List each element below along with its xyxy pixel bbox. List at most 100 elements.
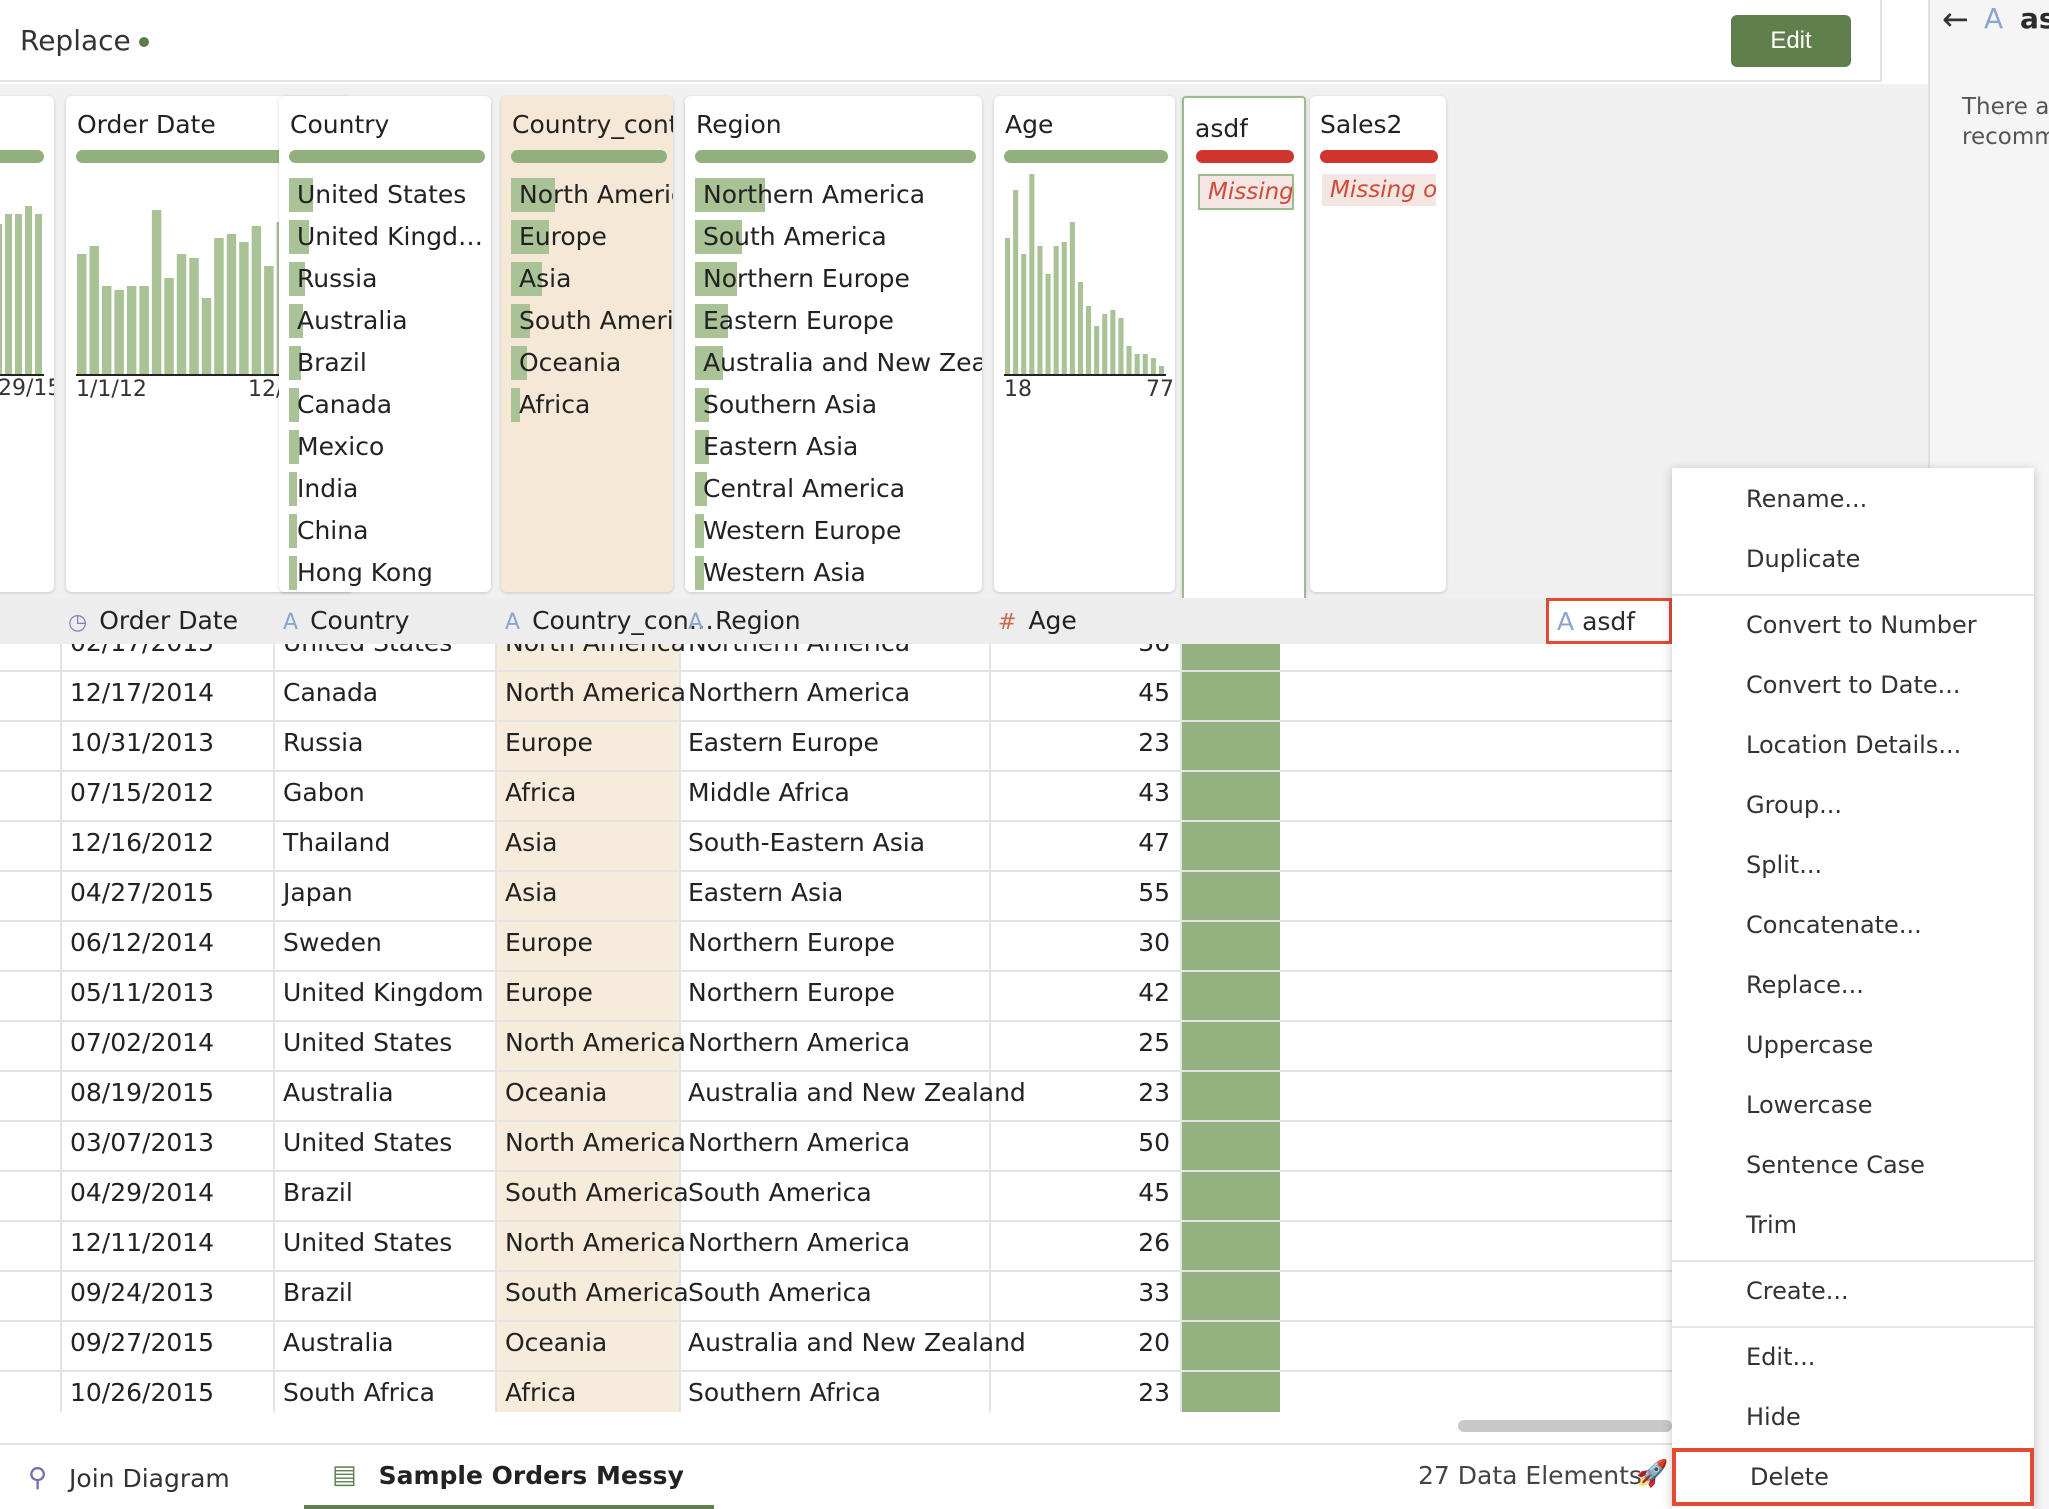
- cell-age[interactable]: 30: [1100, 928, 1170, 957]
- table-row[interactable]: 06/12/2014 Sweden Europe Northern Europe 30: [0, 922, 1672, 972]
- cell-age[interactable]: 26: [1100, 1228, 1170, 1257]
- menu-item-replace[interactable]: Replace...: [1672, 956, 2034, 1014]
- menu-item-convert-to-number[interactable]: Convert to Number: [1672, 596, 2034, 654]
- category-row[interactable]: China: [289, 510, 475, 552]
- cell-order-date[interactable]: 02/17/2015: [70, 644, 214, 657]
- cell-country-continent[interactable]: North America: [505, 644, 686, 657]
- category-row[interactable]: United Kingd…: [289, 216, 483, 258]
- cell-country[interactable]: United Kingdom: [283, 978, 484, 1007]
- cell-country-continent[interactable]: Europe: [505, 928, 593, 957]
- cell-order-date[interactable]: 04/27/2015: [70, 878, 214, 907]
- category-row[interactable]: Western Asia: [695, 552, 982, 592]
- cell-country-continent[interactable]: Africa: [505, 778, 576, 807]
- category-row[interactable]: Northern America: [695, 174, 982, 216]
- cell-region[interactable]: South America: [688, 1278, 872, 1307]
- cell-region[interactable]: Middle Africa: [688, 778, 850, 807]
- table-row[interactable]: 05/11/2013 United Kingdom Europe Northern E…: [0, 972, 1672, 1022]
- table-row[interactable]: 03/07/2013 United States North America Nort…: [0, 1122, 1672, 1172]
- table-row[interactable]: 07/02/2014 United States North America Nort…: [0, 1022, 1672, 1072]
- cell-order-date[interactable]: 04/29/2014: [70, 1178, 214, 1207]
- cell-age[interactable]: 50: [1100, 1128, 1170, 1157]
- cell-country[interactable]: Russia: [283, 728, 363, 757]
- table-row[interactable]: 12/11/2014 United States North America Nort…: [0, 1222, 1672, 1272]
- table-row[interactable]: 07/15/2012 Gabon Africa Middle Africa 43: [0, 772, 1672, 822]
- cell-age[interactable]: 43: [1100, 778, 1170, 807]
- cell-country[interactable]: United States: [283, 1228, 452, 1257]
- cell-order-date[interactable]: 07/02/2014: [70, 1028, 214, 1057]
- cell-country-continent[interactable]: North America: [505, 678, 686, 707]
- cell-order-date[interactable]: 08/19/2015: [70, 1078, 214, 1107]
- tab-sample-orders-messy[interactable]: ▤ Sample Orders Messy: [304, 1445, 714, 1509]
- category-row[interactable]: Africa: [511, 384, 673, 426]
- back-arrow-icon[interactable]: ←: [1942, 0, 1969, 38]
- cell-order-date[interactable]: 09/27/2015: [70, 1328, 214, 1357]
- cell-region[interactable]: Northern America: [688, 644, 910, 657]
- cell-order-date[interactable]: 12/17/2014: [70, 678, 214, 707]
- column-header-order-date[interactable]: ◷ Order Date: [68, 606, 238, 635]
- table-row[interactable]: 09/27/2015 Australia Oceania Australia and …: [0, 1322, 1672, 1372]
- cell-age[interactable]: 36: [1100, 644, 1170, 657]
- cell-region[interactable]: Australia and New Zealand: [688, 1078, 1026, 1107]
- cell-order-date[interactable]: 12/16/2012: [70, 828, 214, 857]
- cell-region[interactable]: Northern America: [688, 1228, 910, 1257]
- cell-age[interactable]: 23: [1100, 728, 1170, 757]
- table-row[interactable]: 12/16/2012 Thailand Asia South-Eastern Asia…: [0, 822, 1672, 872]
- cell-country-continent[interactable]: North America: [505, 1128, 686, 1157]
- menu-item-lowercase[interactable]: Lowercase: [1672, 1076, 2034, 1134]
- cell-age[interactable]: 45: [1100, 1178, 1170, 1207]
- menu-item-trim[interactable]: Trim: [1672, 1196, 2034, 1254]
- cell-order-date[interactable]: 06/12/2014: [70, 928, 214, 957]
- cell-country[interactable]: United States: [283, 1128, 452, 1157]
- cell-region[interactable]: Australia and New Zealand: [688, 1328, 1026, 1357]
- cell-country-continent[interactable]: Oceania: [505, 1328, 607, 1357]
- table-row[interactable]: 04/27/2015 Japan Asia Eastern Asia 55: [0, 872, 1672, 922]
- cell-order-date[interactable]: 12/11/2014: [70, 1228, 214, 1257]
- cell-country[interactable]: Australia: [283, 1078, 394, 1107]
- cell-country-continent[interactable]: Europe: [505, 728, 593, 757]
- category-row[interactable]: South America: [695, 216, 982, 258]
- category-row[interactable]: India: [289, 468, 475, 510]
- cell-age[interactable]: 23: [1100, 1378, 1170, 1407]
- menu-item-edit[interactable]: Edit...: [1672, 1328, 2034, 1386]
- cell-country-continent[interactable]: South America: [505, 1278, 689, 1307]
- cell-age[interactable]: 55: [1100, 878, 1170, 907]
- profile-card-region[interactable]: Region Northern America South America Nort…: [685, 96, 982, 592]
- category-row[interactable]: South America: [511, 300, 673, 342]
- cell-order-date[interactable]: 10/31/2013: [70, 728, 214, 757]
- menu-item-split[interactable]: Split...: [1672, 836, 2034, 894]
- cell-country-continent[interactable]: Africa: [505, 1378, 576, 1407]
- cell-country[interactable]: Brazil: [283, 1178, 353, 1207]
- cell-order-date[interactable]: 07/15/2012: [70, 778, 214, 807]
- table-row[interactable]: 09/24/2013 Brazil South America South Ameri…: [0, 1272, 1672, 1322]
- cell-country[interactable]: United States: [283, 644, 452, 657]
- category-row[interactable]: Australia: [289, 300, 475, 342]
- cell-country-continent[interactable]: North America: [505, 1228, 686, 1257]
- profile-card-partial[interactable]: 29/15: [0, 96, 54, 592]
- table-row[interactable]: 12/17/2014 Canada North America Northern Am…: [0, 672, 1672, 722]
- menu-item-uppercase[interactable]: Uppercase: [1672, 1016, 2034, 1074]
- cell-order-date[interactable]: 09/24/2013: [70, 1278, 214, 1307]
- cell-order-date[interactable]: 10/26/2015: [70, 1378, 214, 1407]
- cell-region[interactable]: South America: [688, 1178, 872, 1207]
- table-row[interactable]: 04/29/2014 Brazil South America South Ameri…: [0, 1172, 1672, 1222]
- menu-item-sentence-case[interactable]: Sentence Case: [1672, 1136, 2034, 1194]
- column-header-asdf[interactable]: A asdf: [1546, 598, 1672, 644]
- menu-item-location-details[interactable]: Location Details...: [1672, 716, 2034, 774]
- cell-country[interactable]: Gabon: [283, 778, 365, 807]
- cell-country[interactable]: Japan: [283, 878, 353, 907]
- category-row[interactable]: Brazil: [289, 342, 475, 384]
- menu-item-convert-to-date[interactable]: Convert to Date...: [1672, 656, 2034, 714]
- cell-region[interactable]: Southern Africa: [688, 1378, 881, 1407]
- table-row[interactable]: 02/17/2015 United States North AmericaNort…: [0, 644, 1672, 672]
- cell-country-continent[interactable]: South America: [505, 1178, 689, 1207]
- menu-item-duplicate[interactable]: Duplicate: [1672, 530, 2034, 588]
- cell-age[interactable]: 42: [1100, 978, 1170, 1007]
- category-row[interactable]: Oceania: [511, 342, 673, 384]
- category-row[interactable]: Russia: [289, 258, 475, 300]
- cell-country[interactable]: South Africa: [283, 1378, 435, 1407]
- table-row[interactable]: 10/26/2015 South Africa Africa Southern Afr…: [0, 1372, 1672, 1412]
- horizontal-scrollbar[interactable]: [1458, 1420, 1672, 1432]
- edit-button[interactable]: Edit: [1731, 15, 1851, 67]
- cell-region[interactable]: Northern America: [688, 1028, 910, 1057]
- menu-item-delete[interactable]: Delete: [1672, 1448, 2034, 1506]
